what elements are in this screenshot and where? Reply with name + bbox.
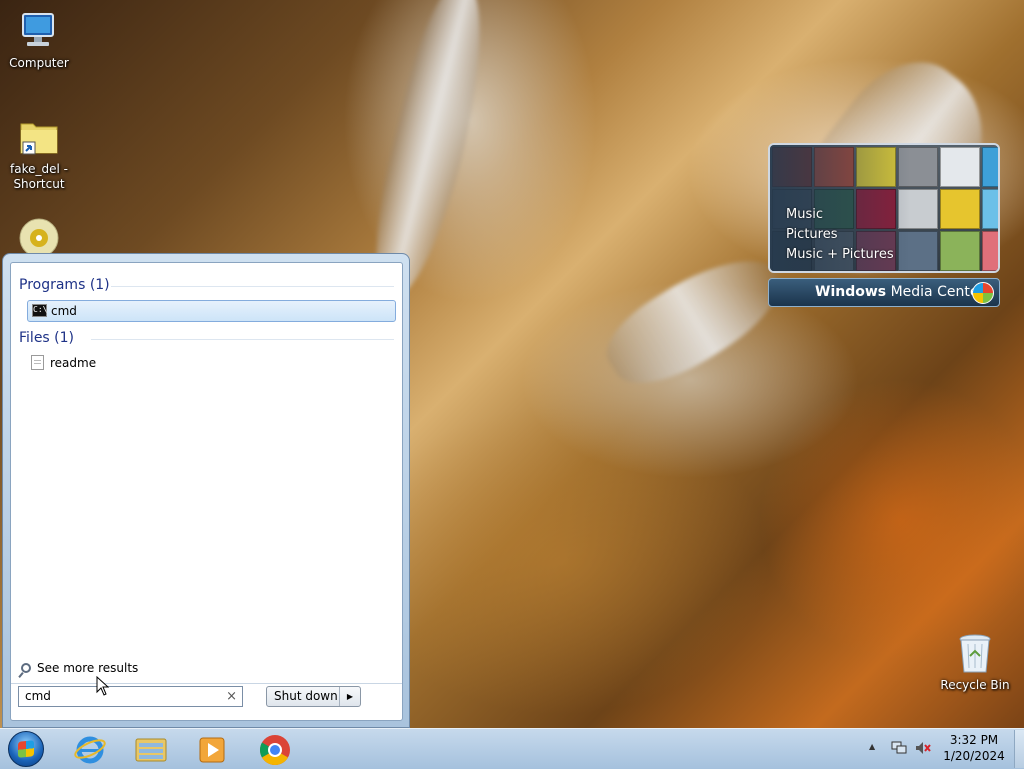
taskbar-media-player[interactable] <box>188 731 238 767</box>
media-center-launch-bar[interactable]: Windows Media Center <box>768 278 1000 307</box>
folder-shortcut-icon <box>17 116 61 160</box>
files-header[interactable]: Files (1) <box>19 330 74 346</box>
show-desktop-button[interactable] <box>1014 730 1024 768</box>
desktop-icon-label: Recycle Bin <box>940 678 1010 692</box>
shutdown-options-arrow-icon[interactable]: ▶ <box>339 687 360 706</box>
windows-explorer-icon <box>135 738 167 762</box>
taskbar-chrome[interactable] <box>250 731 300 767</box>
taskbar-internet-explorer[interactable] <box>66 731 116 767</box>
media-center-gadget[interactable]: Music Pictures Music + Pictures Windows … <box>768 143 1000 307</box>
wallpaper-highlight <box>593 235 797 405</box>
desktop-icon-label: fake_del - Shortcut <box>10 162 68 191</box>
see-more-results-link[interactable]: See more results <box>21 661 138 675</box>
media-player-icon <box>199 737 225 763</box>
show-hidden-icons-button[interactable]: ▲ <box>869 742 875 751</box>
result-item-cmd[interactable]: C:\ cmd <box>27 300 396 322</box>
windows-logo-icon <box>972 282 994 304</box>
search-results-panel: Programs (1) C:\ cmd Files (1) readme Se… <box>10 262 403 721</box>
chrome-icon <box>259 735 290 766</box>
computer-icon <box>17 10 61 54</box>
result-item-readme[interactable]: readme <box>27 353 396 375</box>
media-center-item-pictures[interactable]: Pictures <box>786 227 837 242</box>
clock-date: 1/20/2024 <box>943 749 1005 763</box>
clock-time: 3:32 PM <box>949 733 999 747</box>
desktop-icon-fake-del-shortcut[interactable]: fake_del - Shortcut <box>2 116 76 192</box>
recycle-bin-icon <box>953 632 997 676</box>
text-file-icon <box>31 355 44 370</box>
cmd-icon: C:\ <box>32 304 47 317</box>
volume-muted-icon[interactable] <box>914 740 932 756</box>
media-center-brand-rest: Media Center <box>890 284 985 300</box>
search-input-value: cmd <box>25 689 51 703</box>
search-icon <box>21 663 31 673</box>
internet-explorer-icon <box>74 736 106 764</box>
windows-logo-icon <box>18 740 34 758</box>
media-center-brand-bold: Windows <box>815 284 887 300</box>
media-tiles[interactable]: Music Pictures Music + Pictures <box>768 143 1000 273</box>
clear-search-icon[interactable]: × <box>226 687 237 706</box>
result-item-label: cmd <box>51 304 77 318</box>
see-more-label: See more results <box>37 661 139 675</box>
taskbar-clock[interactable]: 3:32 PM 1/20/2024 <box>936 732 1012 764</box>
shutdown-label: Shut down <box>274 689 338 703</box>
network-icon[interactable] <box>890 740 908 756</box>
start-search-input[interactable]: cmd × <box>18 686 243 707</box>
taskbar-windows-explorer[interactable] <box>126 731 176 767</box>
programs-header[interactable]: Programs (1) <box>19 277 110 293</box>
media-center-item-music[interactable]: Music <box>786 207 823 222</box>
start-menu[interactable]: Programs (1) C:\ cmd Files (1) readme Se… <box>2 253 410 728</box>
desktop-icon-computer[interactable]: Computer <box>2 10 76 71</box>
desktop-icon-recycle-bin[interactable]: Recycle Bin <box>938 632 1012 693</box>
shutdown-button[interactable]: Shut down ▶ <box>266 686 361 707</box>
result-item-label: readme <box>50 356 97 370</box>
media-center-item-music-pictures[interactable]: Music + Pictures <box>786 247 894 262</box>
desktop-icon-label: Computer <box>9 56 69 70</box>
start-button[interactable] <box>8 731 44 767</box>
mouse-cursor-icon <box>96 676 110 696</box>
